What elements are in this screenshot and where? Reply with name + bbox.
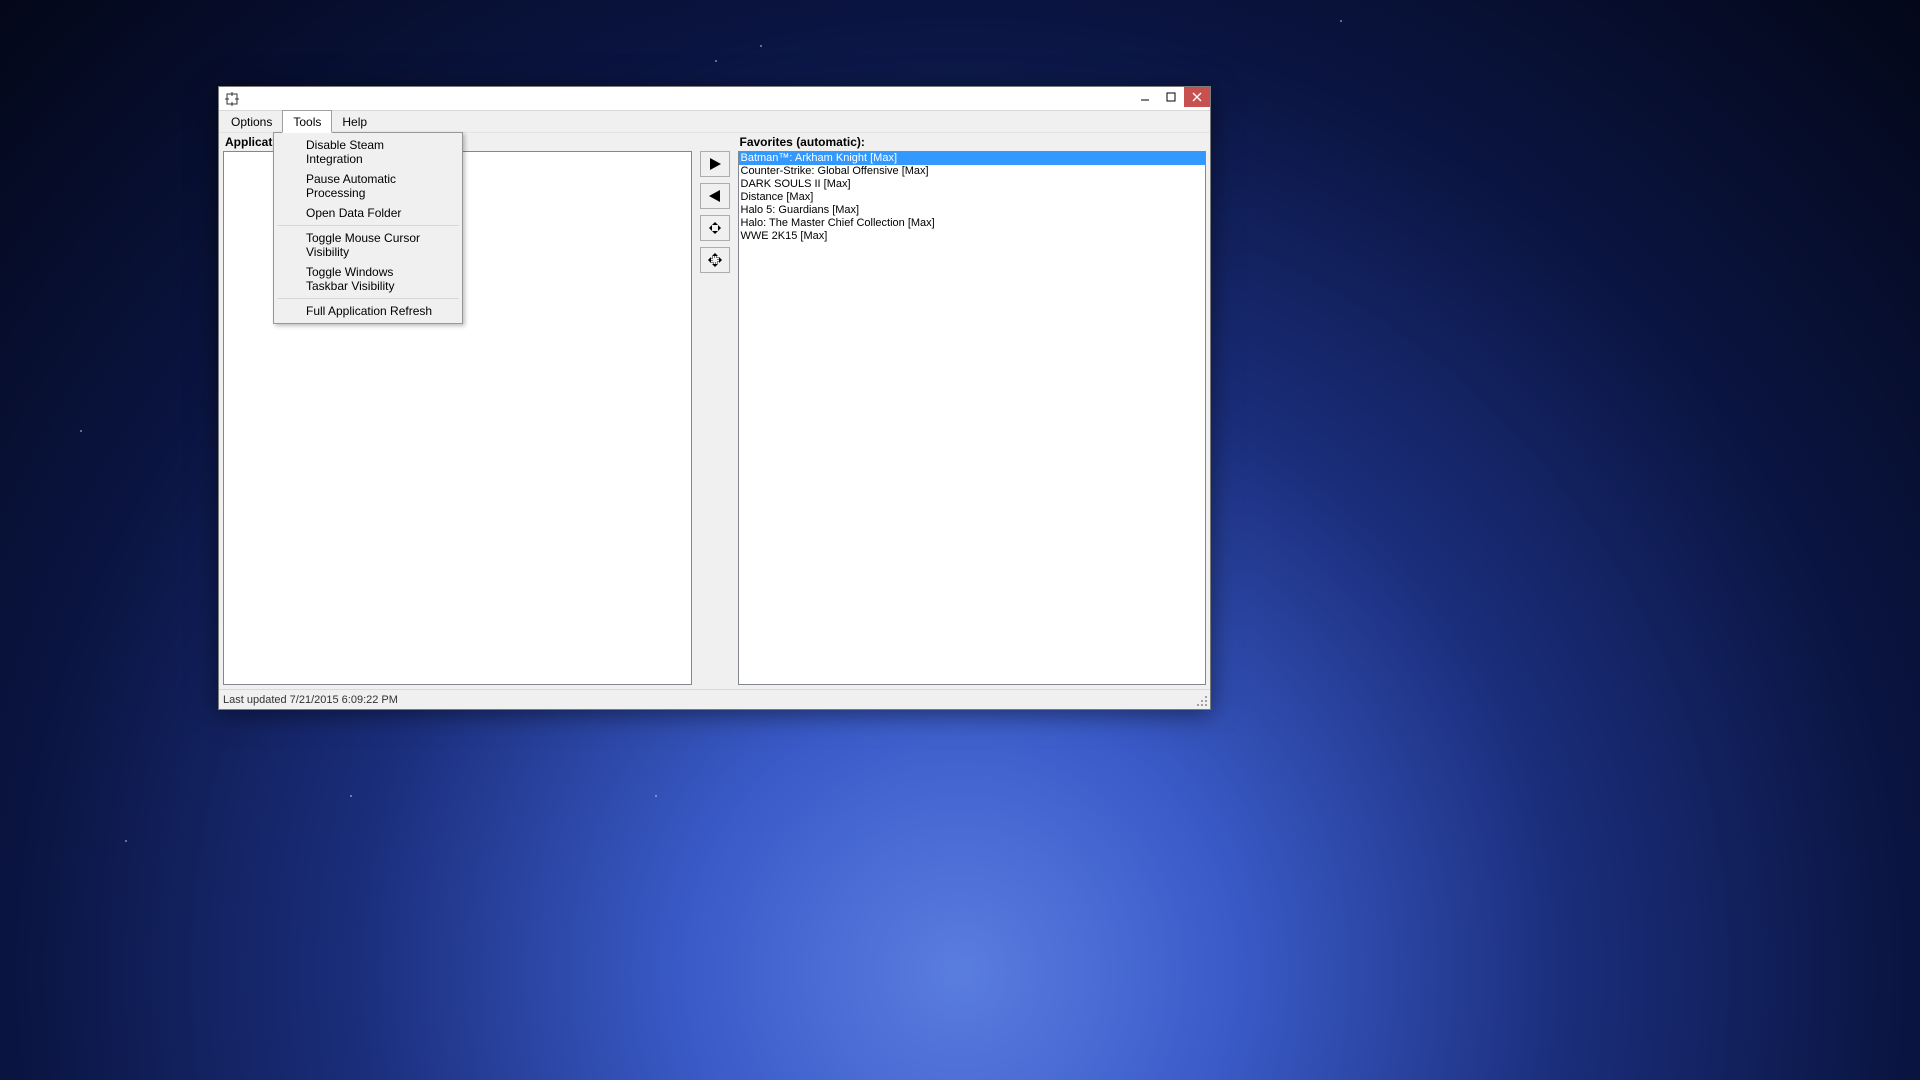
favorites-item[interactable]: Batman™: Arkham Knight [Max]	[739, 152, 1206, 165]
tools-pause-auto[interactable]: Pause Automatic Processing	[276, 169, 460, 203]
move-right-button[interactable]	[700, 151, 730, 177]
app-icon	[225, 92, 239, 106]
minimize-button[interactable]	[1132, 87, 1158, 107]
maximize-button[interactable]	[1158, 87, 1184, 107]
menu-tools[interactable]: Tools	[282, 110, 332, 133]
menu-help[interactable]: Help	[332, 111, 377, 132]
contract-button[interactable]	[700, 215, 730, 241]
tools-toggle-taskbar[interactable]: Toggle Windows Taskbar Visibility	[276, 262, 460, 296]
tools-toggle-cursor[interactable]: Toggle Mouse Cursor Visibility	[276, 228, 460, 262]
statusbar: Last updated 7/21/2015 6:09:22 PM	[219, 689, 1210, 709]
app-window: Options Tools Help Disable Steam Integra…	[218, 86, 1211, 710]
close-button[interactable]	[1184, 87, 1210, 107]
menu-separator	[277, 225, 459, 226]
favorites-listbox[interactable]: Batman™: Arkham Knight [Max]Counter-Stri…	[738, 151, 1207, 685]
titlebar[interactable]	[219, 87, 1210, 111]
resize-grip-icon[interactable]	[1196, 695, 1208, 707]
menu-separator	[277, 298, 459, 299]
menubar: Options Tools Help	[219, 111, 1210, 133]
favorites-label: Favorites (automatic):	[738, 133, 1207, 151]
content-area: Disable Steam Integration Pause Automati…	[219, 133, 1210, 689]
tools-full-refresh[interactable]: Full Application Refresh	[276, 301, 460, 321]
status-text: Last updated 7/21/2015 6:09:22 PM	[223, 694, 398, 706]
menu-options[interactable]: Options	[221, 111, 282, 132]
favorites-item[interactable]: WWE 2K15 [Max]	[739, 230, 1206, 243]
favorites-item[interactable]: DARK SOULS II [Max]	[739, 178, 1206, 191]
favorites-item[interactable]: Distance [Max]	[739, 191, 1206, 204]
transfer-buttons	[698, 133, 732, 685]
move-left-button[interactable]	[700, 183, 730, 209]
tools-open-data[interactable]: Open Data Folder	[276, 203, 460, 223]
tools-dropdown: Disable Steam Integration Pause Automati…	[273, 132, 463, 324]
favorites-item[interactable]: Halo: The Master Chief Collection [Max]	[739, 217, 1206, 230]
favorites-item[interactable]: Halo 5: Guardians [Max]	[739, 204, 1206, 217]
tools-disable-steam[interactable]: Disable Steam Integration	[276, 135, 460, 169]
favorites-item[interactable]: Counter-Strike: Global Offensive [Max]	[739, 165, 1206, 178]
favorites-panel: Favorites (automatic): Batman™: Arkham K…	[738, 133, 1207, 685]
expand-button[interactable]	[700, 247, 730, 273]
